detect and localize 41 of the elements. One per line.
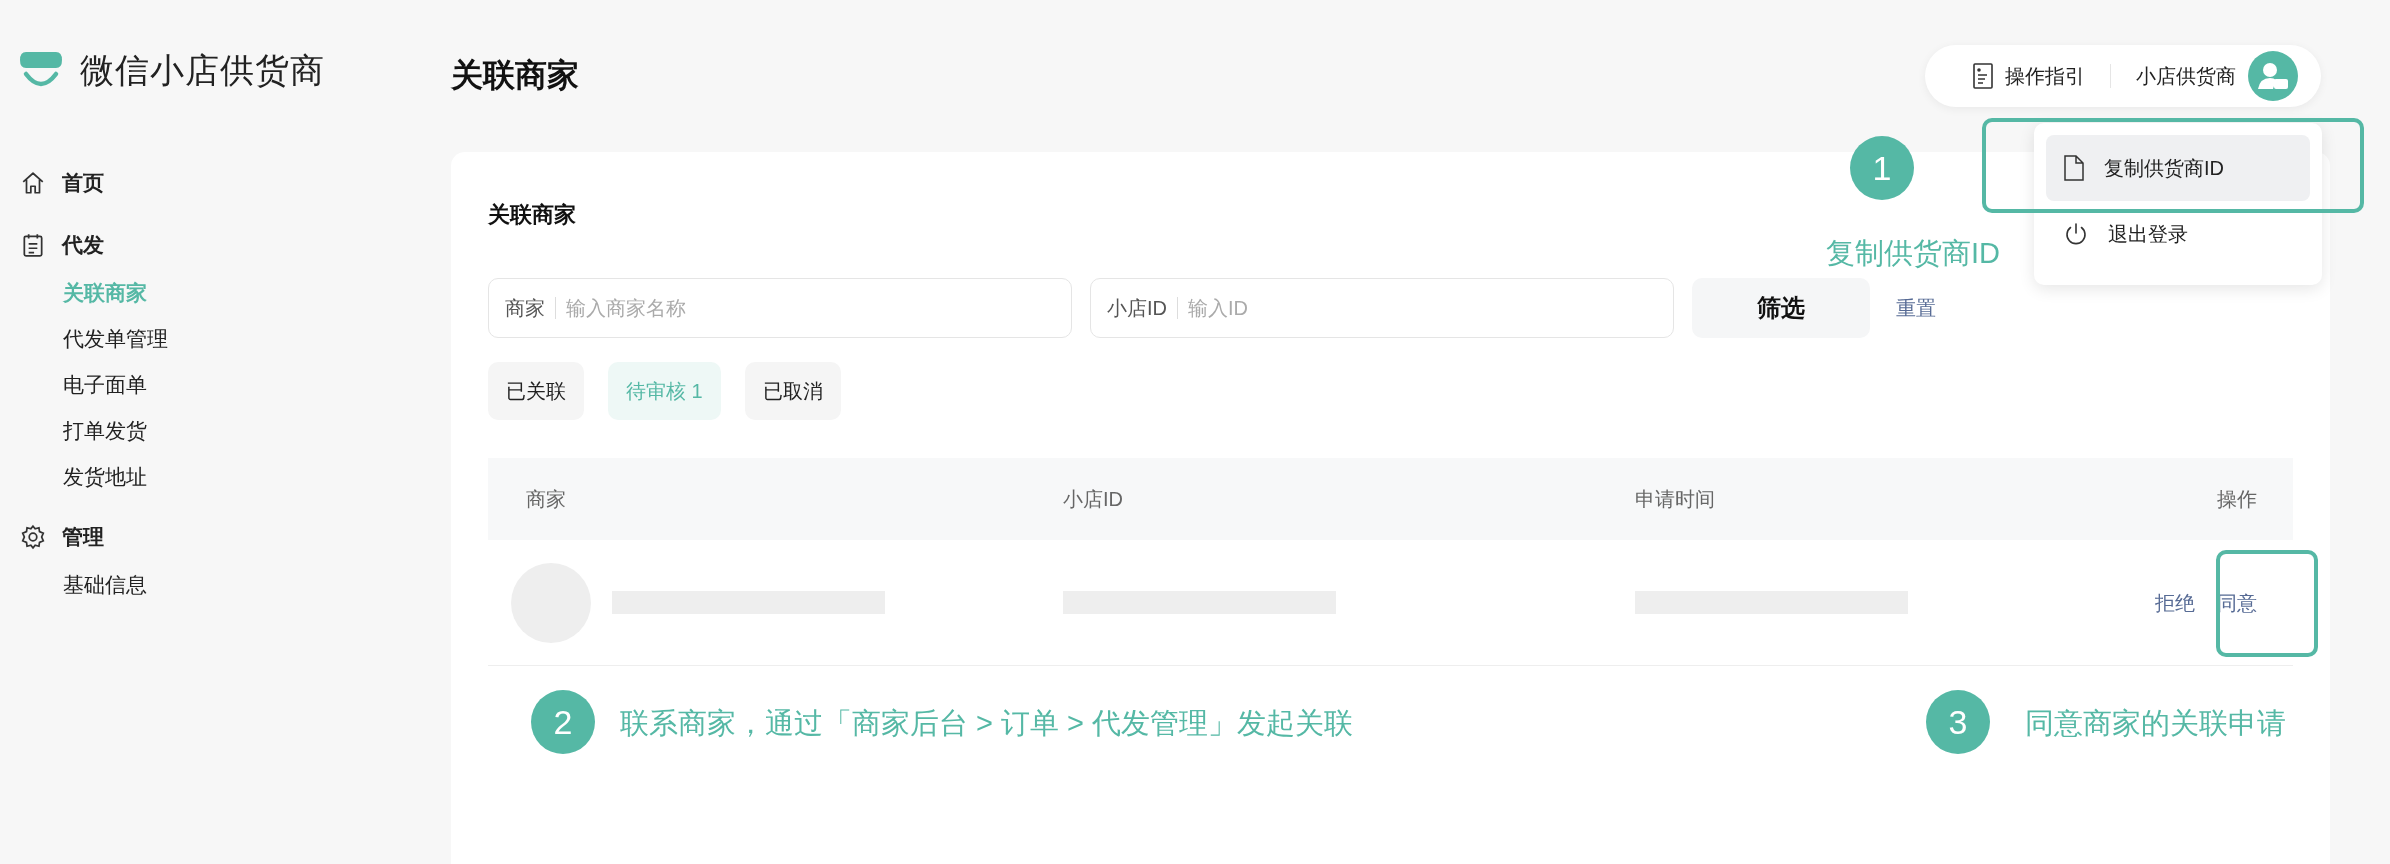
nav-group-label[interactable]: 代发 xyxy=(62,229,104,261)
nav-item[interactable]: 发货地址 xyxy=(63,461,147,493)
field-label: 商家 xyxy=(505,297,556,319)
text-input[interactable]: 输入商家名称 xyxy=(566,293,1055,323)
filter-field[interactable]: 小店ID 输入ID xyxy=(1090,278,1674,338)
user-avatar-icon[interactable] xyxy=(2248,51,2298,101)
column-header: 商家 xyxy=(526,488,566,510)
nav-group-label[interactable]: 首页 xyxy=(62,167,104,199)
nav-item[interactable]: 基础信息 xyxy=(63,569,147,601)
nav-item[interactable]: 电子面单 xyxy=(63,369,147,401)
reset-link[interactable]: 重置 xyxy=(1896,293,1936,323)
nav-item[interactable]: 代发单管理 xyxy=(63,323,168,355)
page-title: 关联商家 xyxy=(451,56,579,95)
column-header: 操作 xyxy=(2217,488,2257,510)
status-tab[interactable]: 已关联 xyxy=(488,362,584,420)
nav-group-label[interactable]: 管理 xyxy=(62,521,104,553)
filter-field[interactable]: 商家 输入商家名称 xyxy=(488,278,1072,338)
clipboard-icon xyxy=(20,232,46,258)
user-name[interactable]: 小店供货商 xyxy=(2136,61,2236,91)
filter-button[interactable]: 筛选 xyxy=(1692,278,1870,338)
home-icon xyxy=(20,170,46,196)
annotation-text: 同意商家的关联申请 xyxy=(2025,706,2286,741)
settings-icon xyxy=(20,524,46,550)
card-title: 关联商家 xyxy=(488,201,577,229)
guide-link[interactable]: 操作指引 xyxy=(1973,61,2085,91)
status-tab[interactable]: 已取消 xyxy=(744,362,841,420)
power-icon xyxy=(2064,222,2088,246)
annotation-text: 复制供货商ID xyxy=(1826,236,2000,271)
step-number-badge: 1 xyxy=(1850,136,1914,200)
document-icon xyxy=(1973,63,1993,89)
menu-item[interactable]: 退出登录 xyxy=(2046,201,2310,267)
field-label: 小店ID xyxy=(1107,297,1178,319)
action-link[interactable]: 拒绝 xyxy=(2155,587,2195,618)
menu-item[interactable]: 复制供货商ID xyxy=(2046,135,2310,201)
annotation-text: 联系商家，通过「商家后台 > 订单 > 代发管理」发起关联 xyxy=(620,706,1354,741)
brand-title: 微信小店供货商 xyxy=(80,49,325,91)
file-icon xyxy=(2064,155,2084,181)
column-header: 申请时间 xyxy=(1635,488,1715,510)
column-header: 小店ID xyxy=(1063,488,1123,510)
text-input[interactable]: 输入ID xyxy=(1188,293,1657,323)
nav-item[interactable]: 打单发货 xyxy=(63,415,147,447)
